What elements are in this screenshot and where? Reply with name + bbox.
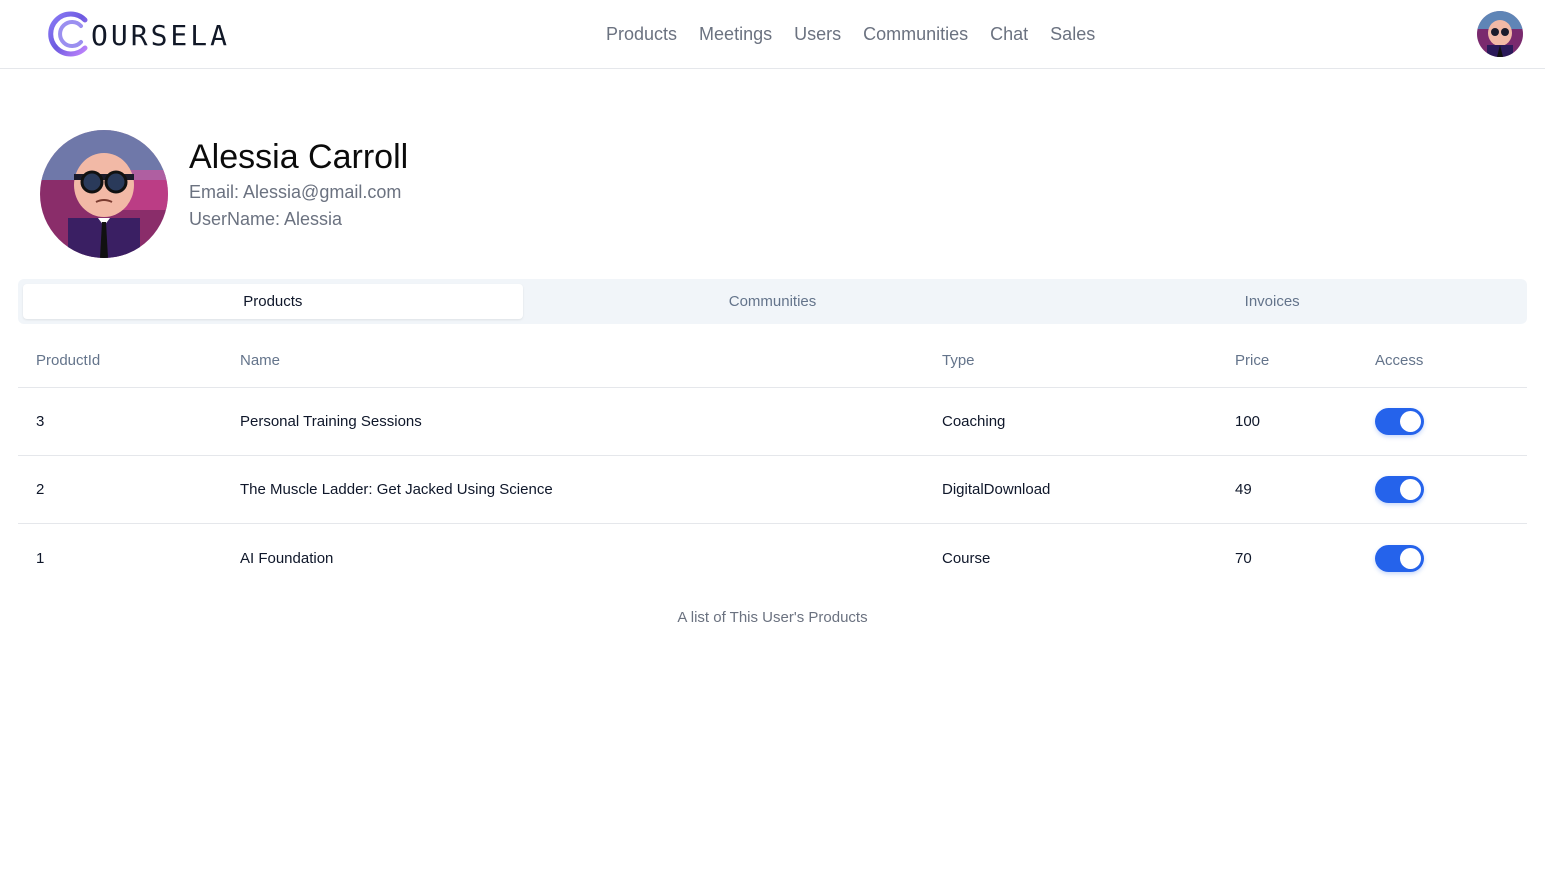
profile-name: Alessia Carroll: [189, 138, 409, 176]
account-avatar[interactable]: [1477, 11, 1523, 57]
access-cell: [1375, 524, 1424, 592]
profile-username: UserName: Alessia: [189, 209, 343, 229]
product-type: DigitalDownload: [942, 481, 1051, 498]
brand-logo[interactable]: OURSELA: [45, 10, 230, 58]
product-id: 2: [36, 481, 45, 498]
product-price: 49: [1235, 481, 1252, 498]
product-name: Personal Training Sessions: [240, 413, 422, 430]
access-toggle[interactable]: [1375, 476, 1424, 503]
access-cell: [1375, 388, 1424, 455]
toggle-knob: [1400, 411, 1421, 432]
tab-products[interactable]: Products: [23, 284, 523, 319]
cartoon-avatar-icon: [1477, 11, 1523, 57]
access-cell: [1375, 456, 1424, 523]
nav-item-meetings[interactable]: Meetings: [688, 20, 783, 48]
column-header-type: Type: [942, 351, 975, 369]
toggle-knob: [1400, 547, 1421, 569]
top-navbar: OURSELA Products Meetings Users Communit…: [0, 0, 1545, 69]
access-toggle[interactable]: [1375, 544, 1424, 572]
cartoon-avatar-icon: [40, 130, 168, 258]
tab-communities[interactable]: Communities: [523, 284, 1023, 319]
main-nav: Products Meetings Users Communities Chat…: [595, 20, 1106, 48]
profile-tabs: Products Communities Invoices: [18, 279, 1527, 324]
coursela-logo-icon: [48, 11, 88, 57]
nav-item-products[interactable]: Products: [595, 20, 688, 48]
product-id: 3: [36, 413, 45, 430]
product-price: 100: [1235, 413, 1261, 430]
nav-item-communities[interactable]: Communities: [852, 20, 979, 48]
column-header-name: Name: [240, 351, 281, 369]
table-row: 3 Personal Training Sessions Coaching 10…: [18, 388, 1527, 456]
column-header-price: Price: [1235, 351, 1270, 369]
product-name: The Muscle Ladder: Get Jacked Using Scie…: [240, 481, 553, 498]
column-header-productid: ProductId: [36, 351, 101, 369]
products-table: ProductId Name Type Price Access 3 Perso…: [18, 333, 1527, 592]
product-type: Coaching: [942, 413, 1006, 430]
profile-avatar: [40, 130, 168, 258]
table-header-row: ProductId Name Type Price Access: [18, 333, 1527, 388]
product-name: AI Foundation: [240, 549, 334, 567]
nav-item-sales[interactable]: Sales: [1039, 20, 1106, 48]
column-header-access: Access: [1375, 351, 1424, 369]
access-toggle[interactable]: [1375, 408, 1424, 435]
product-price: 70: [1235, 549, 1252, 567]
tab-invoices[interactable]: Invoices: [1022, 284, 1522, 319]
table-row: 2 The Muscle Ladder: Get Jacked Using Sc…: [18, 456, 1527, 524]
product-id: 1: [36, 549, 45, 567]
profile-email: Email: Alessia@gmail.com: [189, 182, 402, 202]
brand-name: OURSELA: [91, 18, 231, 52]
product-type: Course: [942, 549, 991, 567]
nav-item-chat[interactable]: Chat: [979, 20, 1039, 48]
toggle-knob: [1400, 479, 1421, 500]
nav-item-users[interactable]: Users: [783, 20, 852, 48]
table-caption: A list of This User's Products: [677, 609, 868, 626]
table-row: 1 AI Foundation Course 70: [18, 524, 1527, 592]
